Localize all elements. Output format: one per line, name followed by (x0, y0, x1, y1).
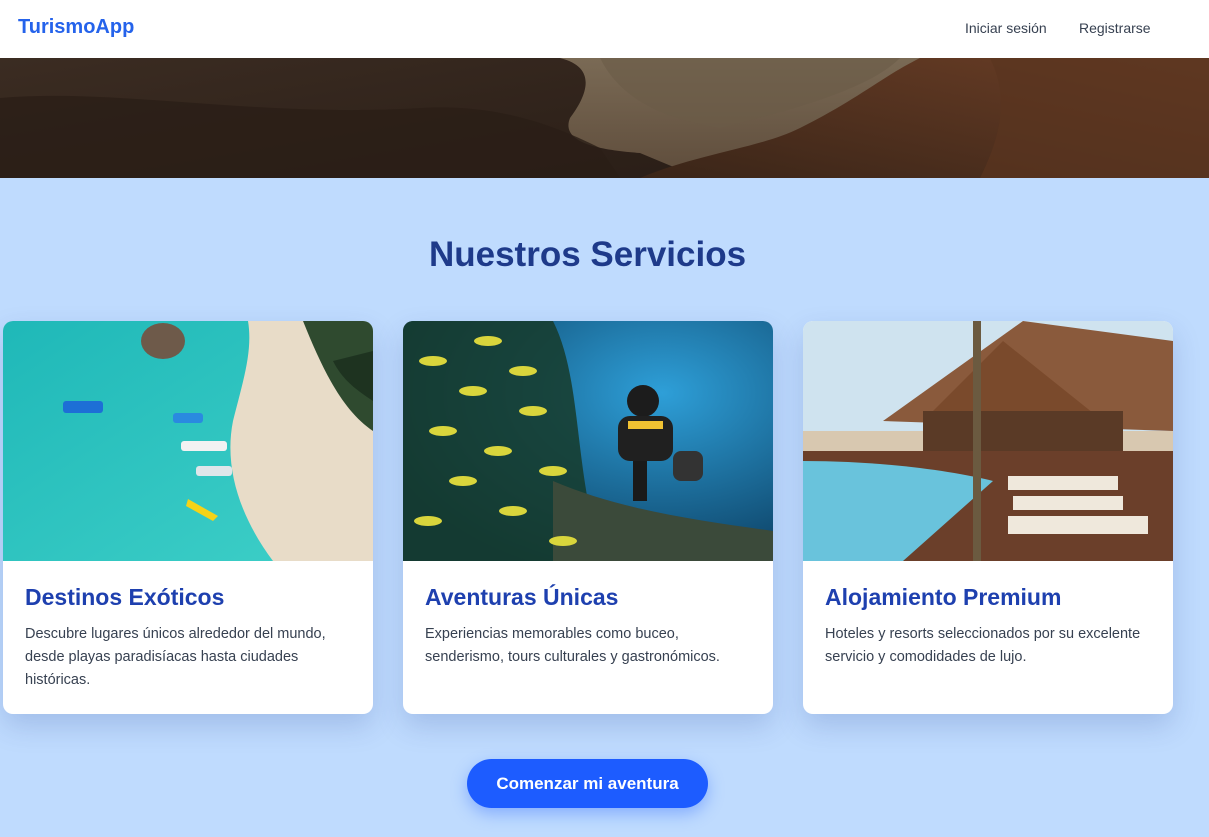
top-navbar: TurismoApp Iniciar sesión Registrarse (0, 0, 1209, 58)
services-title: Nuestros Servicios (428, 235, 747, 274)
hero-image-canyon (0, 58, 1209, 178)
hero-carousel (0, 58, 1209, 178)
service-card-accommodation[interactable]: Alojamiento Premium Hoteles y resorts se… (803, 321, 1173, 714)
register-link[interactable]: Registrarse (1079, 20, 1151, 36)
card-description: Experiencias memorables como buceo, send… (425, 626, 720, 665)
card-description: Descubre lugares únicos alrededor del mu… (25, 626, 326, 688)
start-adventure-button[interactable]: Comenzar mi aventura (467, 759, 708, 808)
card-title: Destinos Exóticos (25, 584, 225, 610)
card-image-beach (3, 321, 373, 561)
card-title: Aventuras Únicas (425, 584, 619, 610)
brand-logo[interactable]: TurismoApp (18, 16, 134, 39)
service-card-adventures[interactable]: Aventuras Únicas Experiencias memorables… (403, 321, 773, 714)
card-image-resort (803, 321, 1173, 561)
card-image-diver (403, 321, 773, 561)
card-title: Alojamiento Premium (825, 584, 1062, 610)
service-card-destinations[interactable]: Destinos Exóticos Descubre lugares único… (3, 321, 373, 714)
login-link[interactable]: Iniciar sesión (965, 20, 1047, 36)
card-description: Hoteles y resorts seleccionados por su e… (825, 626, 1141, 665)
